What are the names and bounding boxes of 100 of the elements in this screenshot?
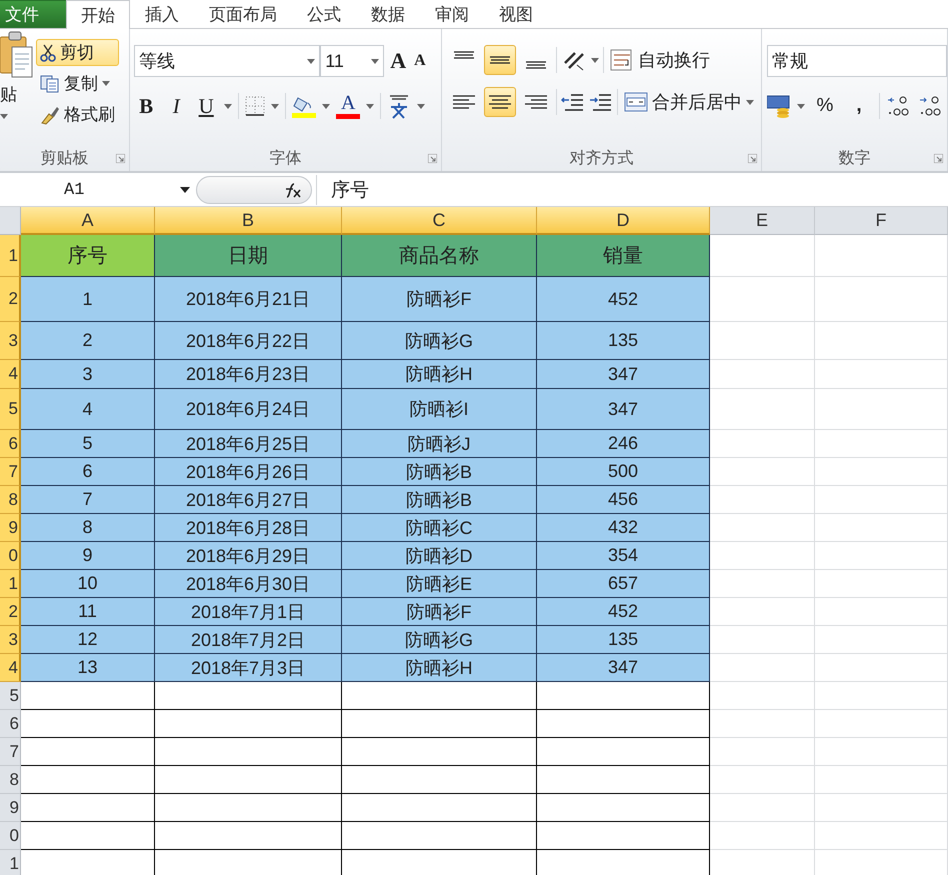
currency-icon[interactable] (767, 94, 791, 118)
table-cell[interactable]: 2018年6月28日 (155, 514, 342, 542)
table-cell[interactable]: 9 (21, 542, 155, 570)
caret-icon[interactable] (417, 104, 426, 108)
table-cell[interactable]: 347 (537, 389, 710, 430)
comma-style-button[interactable]: , (845, 95, 873, 117)
dropdown-icon[interactable] (180, 187, 190, 193)
column-header[interactable]: C (342, 207, 537, 235)
table-cell[interactable]: 432 (537, 514, 710, 542)
row-header[interactable]: 3 (0, 626, 21, 654)
table-cell[interactable]: 防晒衫G (342, 626, 537, 654)
table-cell[interactable]: 2018年6月22日 (155, 322, 342, 360)
table-cell[interactable]: 452 (537, 598, 710, 626)
table-cell[interactable]: 防晒衫F (342, 598, 537, 626)
empty-cell[interactable] (815, 514, 948, 542)
column-header[interactable]: D (537, 207, 710, 235)
table-cell[interactable]: 2018年6月21日 (155, 277, 342, 322)
table-cell[interactable]: 6 (21, 458, 155, 486)
empty-cell[interactable] (815, 794, 948, 822)
shrink-font-button[interactable]: A (414, 52, 426, 70)
table-cell[interactable]: 防晒衫C (342, 514, 537, 542)
table-cell[interactable]: 序号 (21, 235, 155, 277)
row-header[interactable]: 5 (0, 682, 21, 710)
table-cell[interactable]: 销量 (537, 235, 710, 277)
font-size-dropdown[interactable]: 11 (320, 45, 384, 77)
caret-icon[interactable] (797, 104, 805, 108)
table-cell[interactable]: 456 (537, 486, 710, 514)
column-header[interactable]: B (155, 207, 342, 235)
dialog-launcher-icon[interactable] (428, 154, 437, 163)
table-cell[interactable]: 500 (537, 458, 710, 486)
empty-cell[interactable] (815, 235, 948, 277)
table-cell[interactable]: 8 (21, 514, 155, 542)
table-cell[interactable]: 347 (537, 654, 710, 682)
empty-cell[interactable] (815, 360, 948, 389)
row-header[interactable]: 7 (0, 458, 21, 486)
table-cell[interactable]: 2018年6月29日 (155, 542, 342, 570)
italic-button[interactable]: I (164, 94, 188, 118)
align-center-button[interactable] (484, 87, 516, 117)
row-header[interactable]: 0 (0, 542, 21, 570)
table-cell[interactable]: 1 (21, 277, 155, 322)
table-cell[interactable]: 防晒衫E (342, 570, 537, 598)
table-cell[interactable]: 11 (21, 598, 155, 626)
table-cell[interactable]: 246 (537, 430, 710, 458)
bold-button[interactable]: B (134, 94, 158, 118)
caret-icon[interactable] (224, 104, 232, 108)
caret-icon[interactable] (307, 58, 316, 64)
table-cell[interactable]: 2018年6月26日 (155, 458, 342, 486)
row-header[interactable]: 5 (0, 389, 21, 430)
font-color-button[interactable]: A (336, 94, 360, 118)
table-cell[interactable]: 12 (21, 626, 155, 654)
table-cell[interactable]: 防晒衫G (342, 322, 537, 360)
table-cell[interactable]: 13 (21, 654, 155, 682)
table-cell[interactable]: 10 (21, 570, 155, 598)
row-header[interactable]: 0 (0, 822, 21, 850)
table-cell[interactable]: 防晒衫I (342, 389, 537, 430)
dialog-launcher-icon[interactable] (748, 154, 757, 163)
table-cell[interactable]: 2018年6月24日 (155, 389, 342, 430)
caret-icon[interactable] (271, 104, 280, 108)
caret-icon[interactable] (322, 104, 330, 108)
caret-icon[interactable] (366, 104, 374, 108)
empty-cell[interactable] (815, 822, 948, 850)
table-cell[interactable]: 2018年6月27日 (155, 486, 342, 514)
clipboard-icon[interactable] (0, 29, 34, 79)
caret-icon[interactable] (591, 58, 599, 62)
table-cell[interactable]: 3 (21, 360, 155, 389)
name-box[interactable]: A1 (0, 175, 196, 205)
column-header[interactable]: E (710, 207, 815, 235)
ribbon-tab[interactable]: 审阅 (420, 0, 484, 28)
insert-function-icon[interactable] (283, 182, 303, 198)
dialog-launcher-icon[interactable] (934, 154, 943, 163)
format-painter-button[interactable]: 格式刷 (36, 101, 119, 128)
row-header[interactable]: 8 (0, 766, 21, 794)
column-header[interactable]: A (21, 207, 155, 235)
row-header[interactable]: 8 (0, 486, 21, 514)
number-format-dropdown[interactable]: 常规 (767, 45, 947, 77)
middle-align-button[interactable] (484, 45, 516, 75)
table-cell[interactable]: 7 (21, 486, 155, 514)
row-header[interactable]: 1 (0, 570, 21, 598)
table-cell[interactable]: 2018年6月30日 (155, 570, 342, 598)
ribbon-tab[interactable]: 文件 (0, 0, 66, 28)
empty-cell[interactable] (815, 277, 948, 322)
empty-cell[interactable] (815, 458, 948, 486)
copy-button[interactable]: 复制 (36, 70, 119, 97)
table-cell[interactable]: 347 (537, 360, 710, 389)
empty-cell[interactable] (815, 738, 948, 766)
ribbon-tab[interactable]: 数据 (356, 0, 420, 28)
formula-input[interactable]: 序号 (316, 175, 948, 205)
percent-button[interactable]: % (811, 95, 839, 117)
table-cell[interactable]: 防晒衫B (342, 486, 537, 514)
empty-cell[interactable] (815, 542, 948, 570)
table-cell[interactable]: 5 (21, 430, 155, 458)
empty-cell[interactable] (815, 654, 948, 682)
row-header[interactable]: 6 (0, 710, 21, 738)
ribbon-tab[interactable]: 页面布局 (194, 0, 292, 28)
table-cell[interactable]: 135 (537, 322, 710, 360)
column-header[interactable]: F (815, 207, 948, 235)
row-header[interactable]: 2 (0, 277, 21, 322)
table-cell[interactable]: 防晒衫D (342, 542, 537, 570)
table-cell[interactable]: 日期 (155, 235, 342, 277)
row-header[interactable]: 9 (0, 794, 21, 822)
